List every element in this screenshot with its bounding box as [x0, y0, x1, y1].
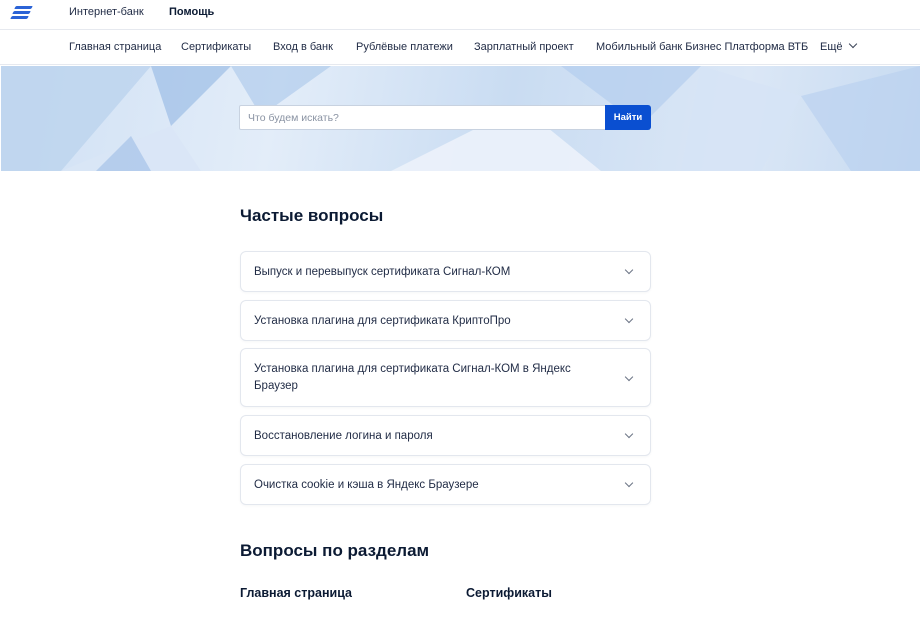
sections-title: Вопросы по разделам — [240, 541, 430, 560]
nav-item-login[interactable]: Вход в банк — [273, 41, 333, 53]
faq-item[interactable]: Выпуск и перевыпуск сертификата Сигнал-К… — [240, 251, 651, 292]
nav-item-ruble-payments[interactable]: Рублёвые платежи — [356, 41, 453, 53]
chevron-down-icon — [624, 372, 634, 382]
section-main-page[interactable]: Главная страница — [240, 586, 352, 600]
faq-item[interactable]: Установка плагина для сертификата Сигнал… — [240, 348, 651, 407]
main-nav: Главная страница Сертификаты Вход в банк… — [0, 31, 920, 65]
search-button[interactable]: Найти — [605, 105, 651, 130]
faq-title: Частые вопросы — [240, 206, 384, 225]
chevron-down-icon — [624, 429, 634, 439]
faq-item-label: Выпуск и перевыпуск сертификата Сигнал-К… — [254, 266, 511, 278]
nav-item-main[interactable]: Главная страница — [69, 41, 161, 53]
search-input[interactable]: Что будем искать? — [239, 105, 606, 130]
vtb-logo-icon[interactable] — [10, 6, 33, 20]
faq-item-label: Очистка cookie и кэша в Яндекс Браузере — [254, 479, 479, 491]
chevron-down-icon — [624, 265, 634, 275]
faq-item-label: Установка плагина для сертификата Сигнал… — [254, 363, 571, 392]
chevron-down-icon — [624, 478, 634, 488]
nav-item-certificates[interactable]: Сертификаты — [181, 41, 251, 53]
faq-item[interactable]: Восстановление логина и пароля — [240, 415, 651, 456]
faq-item-label: Восстановление логина и пароля — [254, 430, 433, 442]
help-link[interactable]: Помощь — [169, 6, 214, 18]
faq-item-label: Установка плагина для сертификата Крипто… — [254, 315, 511, 327]
internet-bank-link[interactable]: Интернет-банк — [69, 6, 144, 18]
nav-item-salary-project[interactable]: Зарплатный проект — [474, 41, 574, 53]
nav-more-label: Ещё — [820, 41, 843, 53]
chevron-down-icon — [624, 314, 634, 324]
faq-item[interactable]: Установка плагина для сертификата Крипто… — [240, 300, 651, 341]
faq-item[interactable]: Очистка cookie и кэша в Яндекс Браузере — [240, 464, 651, 505]
top-bar: Интернет-банк Помощь — [0, 0, 920, 30]
section-certificates[interactable]: Сертификаты — [466, 586, 552, 600]
nav-more-button[interactable]: Ещё — [820, 39, 857, 53]
chevron-down-icon — [848, 39, 857, 49]
nav-item-mobile-bank[interactable]: Мобильный банк Бизнес Платформа ВТБ — [596, 41, 808, 53]
